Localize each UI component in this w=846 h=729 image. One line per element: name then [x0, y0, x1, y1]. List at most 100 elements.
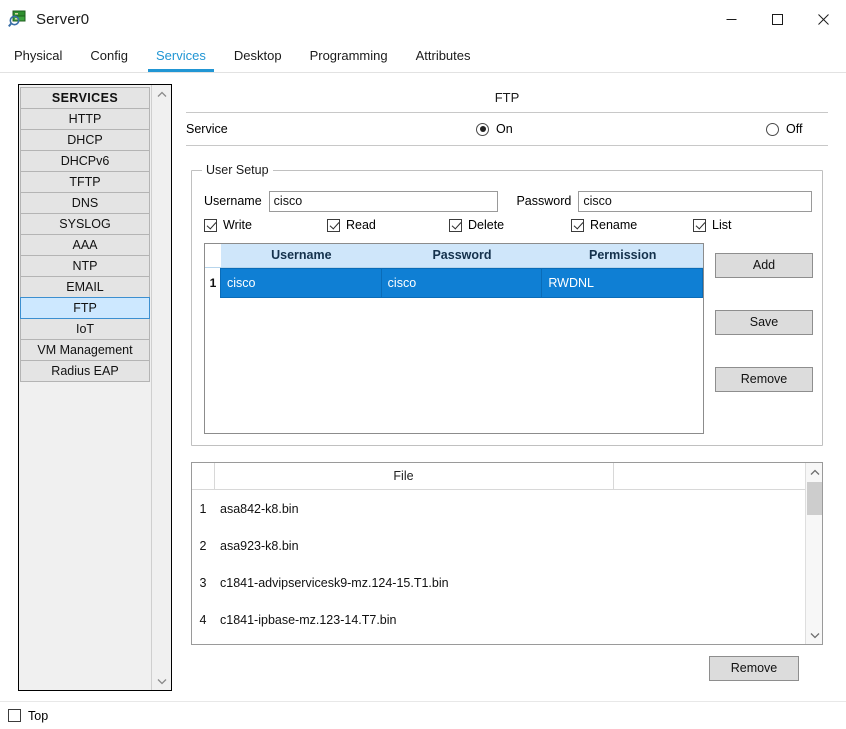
radio-off-indicator — [766, 122, 779, 136]
service-toggle-row: Service On Off — [186, 113, 828, 146]
sidebar-header: SERVICES — [20, 87, 150, 109]
sidebar-item-dns[interactable]: DNS — [20, 192, 150, 214]
tab-attributes[interactable]: Attributes — [402, 39, 485, 72]
tab-desktop[interactable]: Desktop — [220, 39, 296, 72]
chevron-down-icon[interactable] — [152, 672, 172, 690]
list-item[interactable]: 4 c1841-ipbase-mz.123-14.T7.bin — [192, 601, 805, 638]
sidebar-item-email[interactable]: EMAIL — [20, 276, 150, 298]
services-sidebar: SERVICES HTTP DHCP DHCPv6 TFTP DNS SYSLO… — [18, 84, 172, 691]
checkbox-top[interactable] — [8, 709, 21, 722]
checkbox-rename — [571, 218, 584, 232]
tab-config[interactable]: Config — [76, 39, 142, 72]
sidebar-item-http[interactable]: HTTP — [20, 108, 150, 130]
permission-delete[interactable]: Delete — [449, 218, 504, 232]
list-item[interactable]: 2 asa923-k8.bin — [192, 527, 805, 564]
remove-user-button[interactable]: Remove — [715, 367, 813, 392]
chevron-up-icon[interactable] — [152, 85, 172, 103]
permission-rename[interactable]: Rename — [571, 218, 637, 232]
checkbox-list — [693, 218, 706, 232]
cell-username[interactable]: cisco — [220, 268, 382, 298]
radio-on-indicator — [476, 122, 489, 136]
permission-read[interactable]: Read — [327, 218, 376, 232]
column-header-username[interactable]: Username — [221, 244, 382, 267]
remove-file-button[interactable]: Remove — [709, 656, 799, 681]
sidebar-item-ftp[interactable]: FTP — [20, 297, 150, 319]
permission-write-label: Write — [223, 218, 252, 232]
users-table[interactable]: Username Password Permission 1 cisco cis… — [204, 243, 704, 434]
window-controls — [708, 0, 846, 38]
column-header-permission[interactable]: Permission — [542, 244, 703, 267]
permission-list-label: List — [712, 218, 732, 232]
service-off-radio[interactable]: Off — [766, 122, 802, 136]
add-user-button[interactable]: Add — [715, 253, 813, 278]
server-magnifier-icon — [8, 9, 28, 29]
user-setup-group: User Setup Username Password Write Read — [191, 163, 823, 446]
permission-delete-label: Delete — [468, 218, 505, 232]
users-table-empty-area — [205, 298, 703, 433]
sidebar-item-aaa[interactable]: AAA — [20, 234, 150, 256]
tab-services[interactable]: Services — [142, 39, 220, 72]
chevron-down-icon[interactable] — [806, 626, 823, 644]
service-on-label: On — [496, 122, 513, 136]
table-row[interactable]: 1 cisco cisco RWDNL — [205, 268, 703, 298]
tab-programming[interactable]: Programming — [296, 39, 402, 72]
scrollbar-thumb[interactable] — [807, 482, 822, 515]
file-list[interactable]: File 1 asa842-k8.bin 2 asa923-k8.bin 3 c… — [191, 462, 823, 645]
chevron-up-icon[interactable] — [806, 463, 823, 481]
content-area: SERVICES HTTP DHCP DHCPv6 TFTP DNS SYSLO… — [0, 73, 846, 701]
maximize-button[interactable] — [754, 0, 800, 38]
file-name: c1841-advipservicesk9-mz.124-15.T1.bin — [220, 575, 449, 590]
sidebar-item-vm-management[interactable]: VM Management — [20, 339, 150, 361]
file-name: c1841-ipbase-mz.123-14.T7.bin — [220, 612, 397, 627]
window-title: Server0 — [36, 10, 90, 28]
sidebar-item-iot[interactable]: IoT — [20, 318, 150, 340]
sidebar-scrollbar[interactable] — [151, 85, 171, 690]
service-on-radio[interactable]: On — [476, 122, 513, 136]
service-label: Service — [186, 122, 228, 136]
cell-password[interactable]: cisco — [380, 268, 543, 298]
permission-rename-label: Rename — [590, 218, 638, 232]
minimize-button[interactable] — [708, 0, 754, 38]
permission-list[interactable]: List — [693, 218, 731, 232]
sidebar-item-tftp[interactable]: TFTP — [20, 171, 150, 193]
username-input[interactable] — [268, 190, 499, 212]
status-bar: Top — [0, 701, 846, 729]
column-header-file[interactable]: File — [192, 463, 805, 489]
file-index: 3 — [199, 575, 207, 590]
sidebar-item-dhcp[interactable]: DHCP — [20, 129, 150, 151]
service-off-label: Off — [786, 122, 803, 136]
list-item[interactable]: 1 asa842-k8.bin — [192, 490, 805, 527]
file-index: 4 — [199, 612, 207, 627]
list-item[interactable]: 3 c1841-advipservicesk9-mz.124-15.T1.bin — [192, 564, 805, 601]
close-button[interactable] — [800, 0, 846, 38]
column-header-password[interactable]: Password — [382, 244, 543, 267]
save-user-button[interactable]: Save — [715, 310, 813, 335]
file-name: asa923-k8.bin — [220, 538, 299, 553]
checkbox-write — [204, 218, 217, 232]
checkbox-delete — [449, 218, 462, 232]
sidebar-item-syslog[interactable]: SYSLOG — [20, 213, 150, 235]
permission-write[interactable]: Write — [204, 218, 252, 232]
page-title: FTP — [186, 84, 828, 113]
file-list-inner: File 1 asa842-k8.bin 2 asa923-k8.bin 3 c… — [192, 463, 805, 644]
row-index: 1 — [205, 268, 221, 298]
sidebar-item-radius-eap[interactable]: Radius EAP — [20, 360, 150, 382]
username-label: Username — [204, 194, 262, 208]
tab-bar: Physical Config Services Desktop Program… — [0, 38, 846, 73]
title-bar: Server0 — [0, 0, 846, 38]
permissions-row: Write Read Delete Rename List — [204, 218, 814, 238]
cell-permission[interactable]: RWDNL — [541, 268, 703, 298]
sidebar-item-ntp[interactable]: NTP — [20, 255, 150, 277]
sidebar-item-dhcpv6[interactable]: DHCPv6 — [20, 150, 150, 172]
file-list-header: File — [192, 463, 805, 490]
tab-physical[interactable]: Physical — [0, 39, 76, 72]
ftp-settings-panel: FTP Service On Off User Setup Username P… — [186, 84, 828, 691]
password-input[interactable] — [578, 190, 812, 212]
file-list-scrollbar[interactable] — [805, 463, 822, 644]
credentials-row: Username Password — [204, 190, 812, 212]
user-setup-legend: User Setup — [202, 163, 273, 177]
password-label: Password — [516, 194, 572, 208]
services-list: SERVICES HTTP DHCP DHCPv6 TFTP DNS SYSLO… — [19, 85, 151, 690]
permission-read-label: Read — [346, 218, 376, 232]
checkbox-read — [327, 218, 340, 232]
